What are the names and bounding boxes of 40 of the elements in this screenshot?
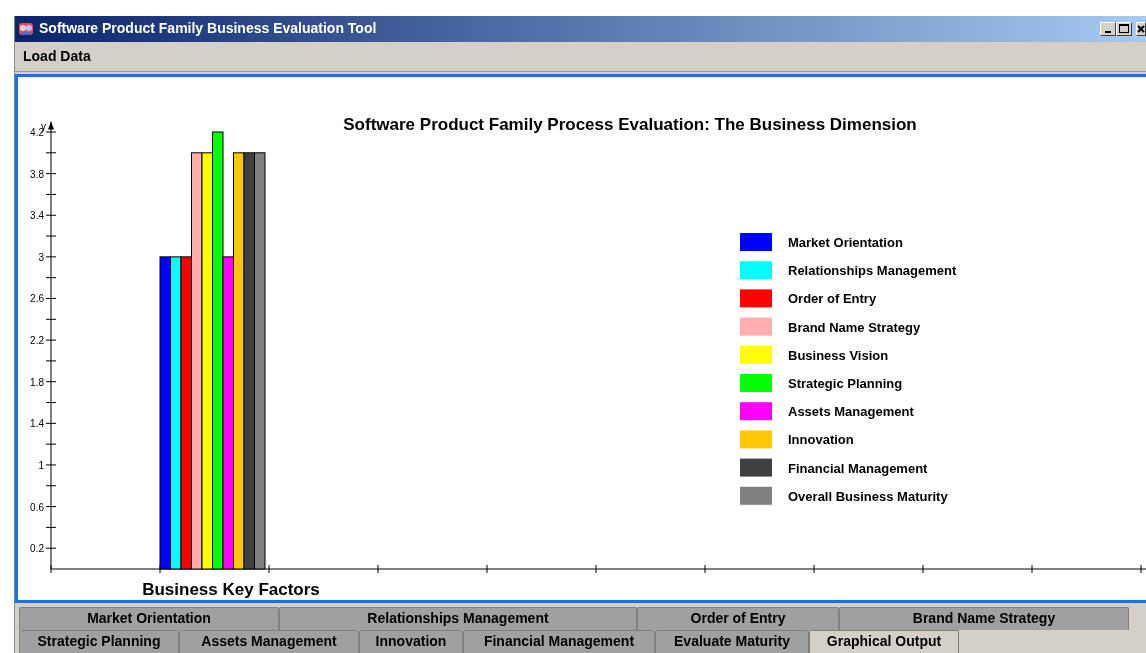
tab[interactable]: Financial Management [463,630,655,653]
legend-label: Financial Management [788,460,928,476]
tab[interactable]: Strategic Planning [19,630,179,653]
legend-label: Assets Management [788,403,914,419]
tab[interactable]: Order of Entry [637,607,839,630]
tab[interactable]: Graphical Output [809,630,959,653]
tab[interactable]: Relationships Management [279,607,637,630]
tick-label: 2.2 [30,334,44,346]
tab[interactable]: Assets Management [179,630,359,653]
maximize-button[interactable] [1116,21,1132,36]
tick-label: 2.6 [30,293,44,305]
axis-label: Business Key Factors [142,579,320,599]
maximize-icon [1119,24,1129,34]
legend-label: Strategic Planning [788,375,903,391]
minimize-button[interactable] [1100,21,1116,36]
window-title: Software Product Family Business Evaluation Tool [39,19,377,39]
close-icon [1137,24,1145,33]
legend-label: Innovation [788,432,854,448]
tick-label: 3.4 [30,209,44,221]
tab[interactable]: Market Orientation [19,607,279,630]
tab[interactable]: Evaluate Maturity [655,630,809,653]
menu-item[interactable]: Load Data [15,45,99,67]
tick-label: 0.6 [30,501,44,513]
tick-label: 3 [38,251,44,263]
tick-label: 1.8 [30,376,44,388]
legend-label: Order of Entry [788,291,877,307]
tab[interactable]: Innovation [359,630,463,653]
legend-label: Overall Business Maturity [788,488,948,504]
close-button[interactable] [1136,21,1146,36]
legend-label: Market Orientation [788,234,903,250]
chart-title: Software Product Family Process Evaluation: The Business Dimension [343,114,917,134]
tab[interactable]: Brand Name Strategy [839,607,1129,630]
legend-label: Brand Name Strategy [788,319,921,335]
tick-label: 0.2 [30,542,44,554]
legend-label: Relationships Management [788,262,957,278]
tick-label: 3.8 [30,168,44,180]
tick-label: 1.4 [30,418,44,430]
legend-label: Business Vision [788,347,889,363]
minimize-icon [1105,30,1111,33]
tick-label: 1 [38,459,44,471]
